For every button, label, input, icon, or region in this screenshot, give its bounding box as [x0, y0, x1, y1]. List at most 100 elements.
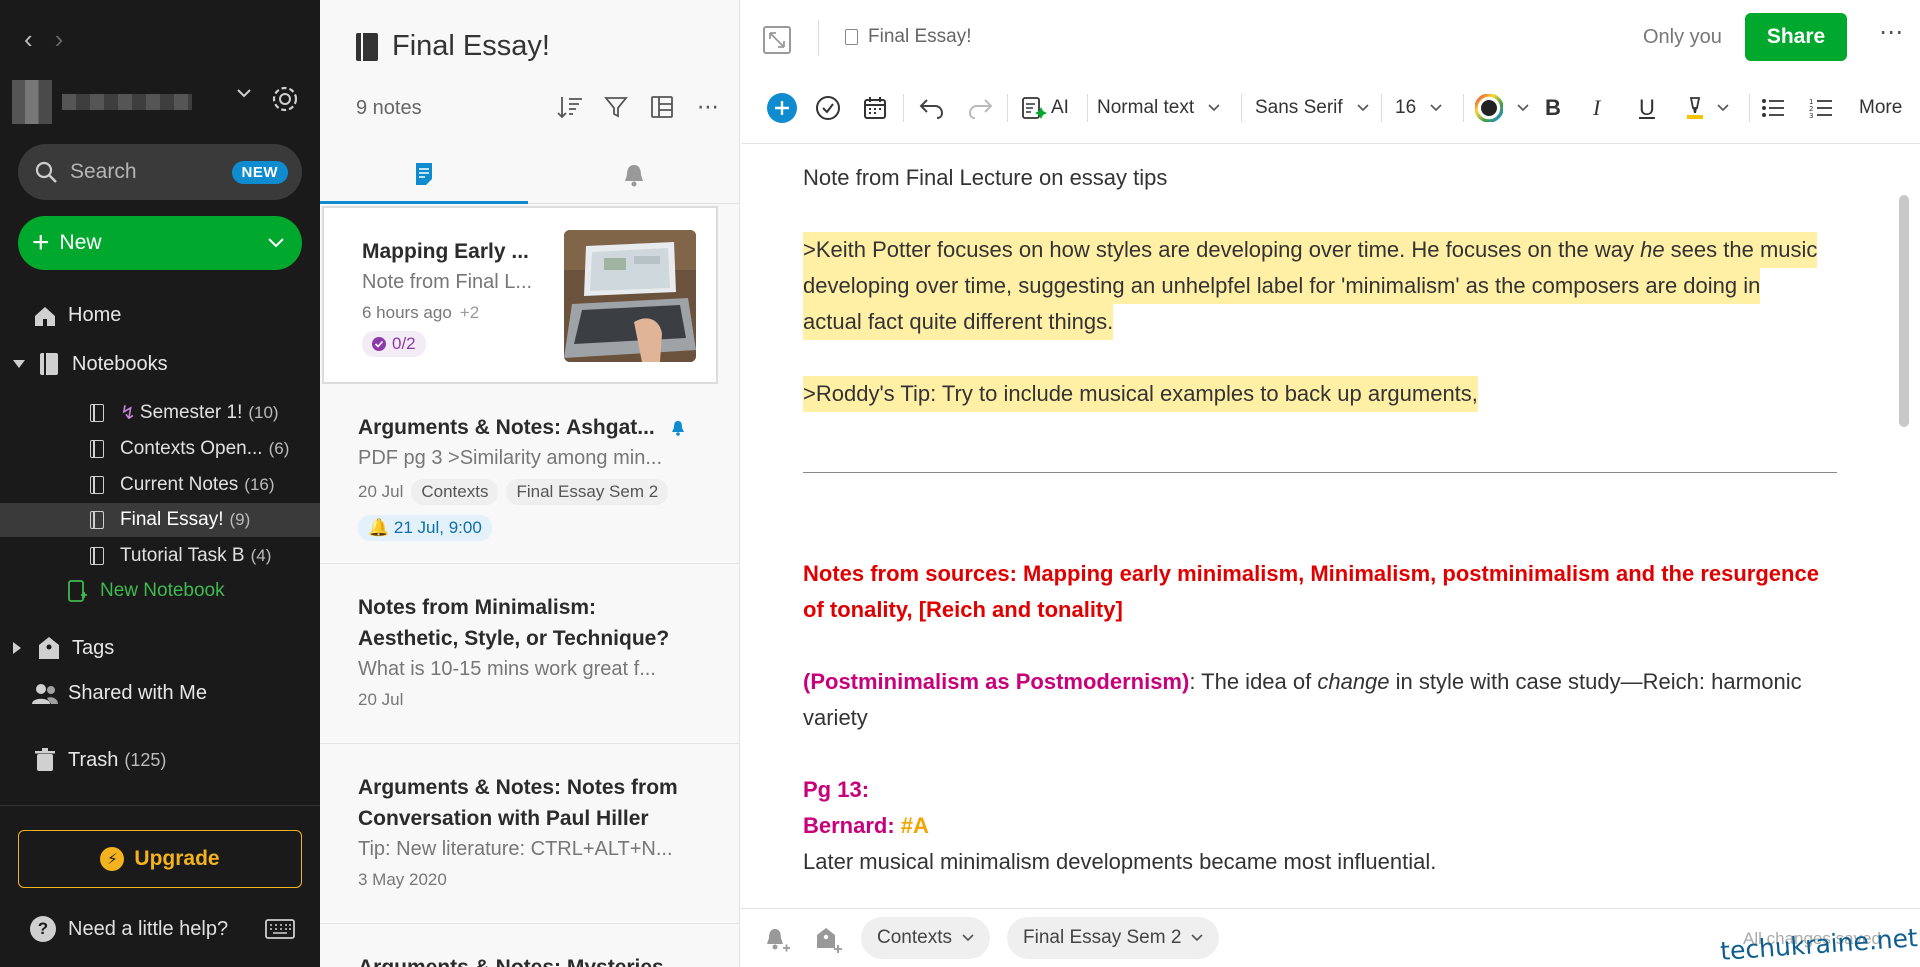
red-heading: Notes from sources: Mapping early minima… — [803, 561, 1819, 586]
notebook-icon — [90, 511, 104, 529]
note-title: Notes from Minimalism: — [358, 596, 597, 619]
ai-label: AI — [1051, 97, 1069, 118]
note-card-paul-hiller[interactable]: Arguments & Notes: Notes from Conversati… — [320, 744, 739, 924]
editor-header: Final Essay! Only you Share ⋯ — [741, 0, 1920, 76]
search-label: Search — [70, 160, 137, 183]
gear-icon[interactable] — [268, 82, 302, 116]
keyboard-icon[interactable] — [265, 919, 295, 939]
share-button[interactable]: Share — [1745, 13, 1847, 61]
question-icon: ? — [30, 916, 56, 942]
trash-count: (125) — [124, 749, 167, 770]
notebook-item-final-essay[interactable]: Final Essay! (9) — [0, 503, 320, 537]
highlighted-paragraph: actual fact quite different things. — [803, 304, 1114, 340]
notebook-item-contexts[interactable]: Contexts Open... (6) — [0, 432, 320, 466]
upgrade-label: Upgrade — [134, 847, 220, 870]
account-switcher[interactable] — [12, 80, 257, 124]
account-name-blurred — [62, 94, 192, 110]
font-size-dropdown[interactable]: 16 — [1395, 86, 1442, 130]
orange-tag-text: #A — [900, 813, 929, 838]
new-notebook-button[interactable]: New Notebook — [68, 580, 225, 602]
notebook-count: (16) — [244, 475, 275, 494]
sidebar-item-tags[interactable]: Tags — [12, 636, 114, 660]
chevron-down-icon — [237, 89, 251, 98]
expand-icon[interactable] — [763, 26, 791, 54]
bullet-list-button[interactable] — [1761, 86, 1785, 130]
text-style-dropdown[interactable]: Normal text — [1097, 86, 1220, 130]
note-date: 20 Jul — [358, 690, 404, 709]
more-options-icon[interactable]: ⋯ — [1879, 18, 1904, 47]
tag-chip-final-essay-sem-2[interactable]: Final Essay Sem 2 — [1007, 917, 1220, 959]
add-tag-icon[interactable] — [815, 926, 843, 954]
notebook-icon — [90, 547, 104, 565]
note-title: Aesthetic, Style, or Technique? — [358, 627, 670, 650]
chevron-down-icon — [1430, 104, 1442, 112]
scrollbar[interactable] — [1899, 195, 1909, 427]
sidebar-item-shared[interactable]: Shared with Me — [30, 682, 207, 705]
caret-down-icon[interactable] — [12, 359, 26, 369]
new-notebook-label: New Notebook — [100, 580, 225, 601]
note-title: Arguments & Notes: Notes from — [358, 776, 678, 799]
help-link[interactable]: ? Need a little help? — [30, 916, 295, 942]
reminder-badge[interactable]: 🔔 21 Jul, 9:00 — [358, 515, 492, 541]
sidebar-item-trash[interactable]: Trash (125) — [30, 748, 166, 772]
italic-text: he — [1640, 237, 1665, 262]
bold-button[interactable]: B — [1545, 86, 1561, 130]
ai-button[interactable]: AI — [1021, 86, 1069, 130]
tab-reminders[interactable] — [530, 146, 738, 204]
view-options-icon[interactable] — [648, 93, 676, 121]
new-button[interactable]: + New — [18, 216, 302, 270]
text-color-dropdown[interactable] — [1475, 86, 1529, 130]
italic-button[interactable]: I — [1593, 86, 1600, 130]
numbered-list-button[interactable]: 123 — [1809, 86, 1833, 130]
tag-chip[interactable]: Contexts — [411, 479, 499, 505]
search-input[interactable]: Search NEW — [18, 144, 302, 200]
notebook-count: (4) — [250, 546, 272, 565]
text-style-label: Normal text — [1097, 97, 1195, 118]
note-card-mapping-early[interactable]: Mapping Early ... Note from Final L... 6… — [322, 206, 718, 384]
underline-button[interactable]: U — [1639, 86, 1655, 130]
task-button[interactable] — [815, 86, 841, 130]
notebook-item-current-notes[interactable]: Current Notes (16) — [0, 468, 320, 502]
more-options-icon[interactable]: ⋯ — [694, 93, 722, 121]
tag-chip-contexts[interactable]: Contexts — [861, 917, 990, 959]
more-formatting-button[interactable]: More — [1859, 86, 1902, 130]
upgrade-button[interactable]: ⚡ Upgrade — [18, 830, 302, 888]
note-card-minimalism-aesthetic[interactable]: Notes from Minimalism: Aesthetic, Style,… — [320, 564, 739, 744]
sidebar-item-home[interactable]: Home — [30, 304, 121, 327]
redo-button[interactable] — [967, 86, 993, 130]
chevron-down-icon[interactable] — [268, 238, 284, 248]
filter-icon[interactable] — [602, 93, 630, 121]
note-card-ashgate[interactable]: Arguments & Notes: Ashgat... PDF pg 3 >S… — [320, 384, 739, 564]
sort-icon[interactable] — [556, 93, 584, 121]
notebook-item-semester-1[interactable]: ↯ Semester 1! (10) — [0, 396, 320, 430]
undo-button[interactable] — [919, 86, 945, 130]
tag-label: Final Essay Sem 2 — [1023, 927, 1182, 948]
note-count: 9 notes — [356, 97, 422, 119]
highlighted-paragraph: >Keith Potter focuses on how styles are … — [803, 232, 1818, 268]
history-nav: ‹ › — [24, 24, 63, 54]
font-family-dropdown[interactable]: Sans Serif — [1255, 86, 1369, 130]
breadcrumb[interactable]: Final Essay! — [845, 26, 971, 48]
notebook-label: Contexts Open... — [120, 438, 263, 459]
notebook-item-tutorial-task-b[interactable]: Tutorial Task B (4) — [0, 539, 320, 573]
note-list-toolbar: ⋯ — [556, 93, 722, 121]
note-card-mysteries[interactable]: Arguments & Notes: Mysteries... — [320, 924, 739, 967]
highlight-dropdown[interactable] — [1685, 86, 1729, 130]
divider — [1749, 94, 1750, 122]
insert-button[interactable] — [767, 86, 797, 130]
tab-notes[interactable] — [320, 146, 528, 204]
chevron-down-icon — [1517, 104, 1529, 112]
sidebar-item-notebooks[interactable]: Notebooks — [12, 352, 168, 376]
note-title-row: Arguments & Notes: Ashgat... — [358, 412, 702, 443]
caret-right-icon[interactable] — [12, 641, 22, 655]
tag-chip[interactable]: Final Essay Sem 2 — [506, 479, 669, 505]
home-icon — [35, 306, 55, 326]
text-run: >Keith Potter focuses on how styles are … — [803, 237, 1641, 262]
paragraph: Note from Final Lecture on essay tips — [803, 165, 1168, 190]
task-progress-text: 0/2 — [392, 334, 416, 353]
plus-circle-icon — [767, 93, 797, 123]
calendar-button[interactable] — [863, 86, 887, 130]
add-reminder-icon[interactable] — [763, 926, 791, 954]
back-arrow-icon[interactable]: ‹ — [24, 24, 33, 54]
forward-arrow-icon[interactable]: › — [55, 24, 64, 54]
